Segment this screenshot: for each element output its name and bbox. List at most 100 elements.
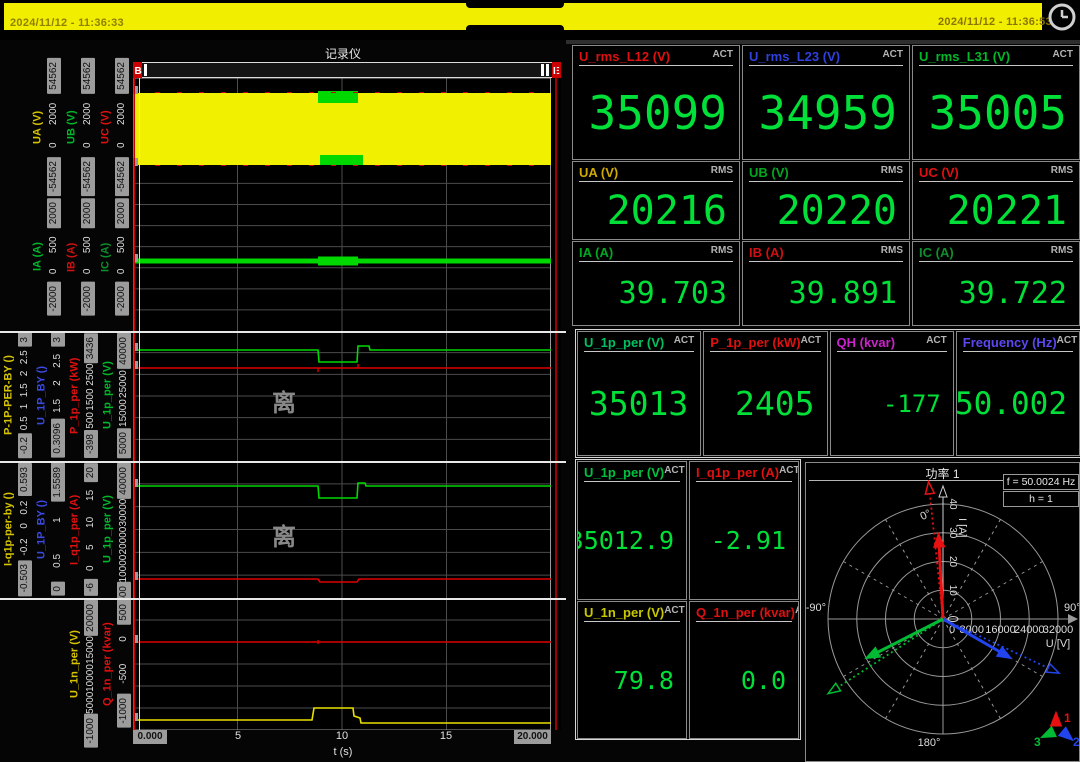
channel-axis-strip[interactable]: U_1p_per (V)40000100002000030000500 — [100, 463, 132, 596]
legend-phase-number: 3 — [1034, 735, 1041, 749]
chart-graphic — [1051, 712, 1062, 726]
channel-axis-strip[interactable]: IC (A)20000500-2000 — [98, 198, 131, 316]
panel-value: 20221 — [913, 182, 1079, 239]
panel-label: UB (V) — [749, 165, 789, 180]
panel-header: QH (kvar)ACT — [831, 332, 953, 351]
panel-function-tag: ACT — [1057, 335, 1078, 346]
measurement-row-row5: U_1p_per (V)ACT35012.9I_q1p_per (A)ACT-2… — [577, 461, 799, 600]
channel-axis-strip[interactable]: U_1P_BY ()1.55890.510 — [34, 463, 66, 596]
measurement-panel[interactable]: I_q1p_per (A)ACT-2.91 — [689, 461, 799, 600]
panel-label: U_rms_L31 (V) — [919, 49, 1010, 64]
scale-min-box: -2000 — [81, 282, 95, 316]
scale-max-box: 54562 — [115, 58, 129, 94]
harmonic-readout: h = 1 — [1003, 491, 1079, 507]
channel-name-label: UA (V) — [30, 58, 45, 196]
panel-label: IC (A) — [919, 245, 954, 260]
chart-graphic: I [A] — [956, 518, 968, 538]
chart-graphic: 20 — [947, 556, 958, 568]
measurement-panel[interactable]: Frequency (Hz)ACT50.002 — [956, 331, 1080, 456]
scale-min-box: -2000 — [115, 282, 129, 316]
channel-scale: 20000500-2000 — [79, 198, 96, 316]
scale-max-box: 2000 — [47, 198, 61, 228]
scale-ticks: 0.51 — [52, 502, 64, 583]
waveform-plot[interactable]: BE — [133, 62, 563, 730]
channel-scale: 1.55890.510 — [49, 463, 66, 596]
scale-min-box: -0.2 — [18, 433, 32, 458]
measurement-panel[interactable]: IC (A)RMS39.722 — [912, 241, 1080, 326]
scale-max-box: 3 — [51, 333, 65, 347]
channel-axis-strip[interactable]: U_1P_BY ()31.522.50.3096 — [34, 333, 66, 458]
measurement-row-row2: UA (V)RMS20216UB (V)RMS20220UC (V)RMS202… — [572, 161, 1080, 240]
scale-ticks: -0.200.2 — [19, 496, 31, 560]
channel-name-label: UC (V) — [98, 58, 113, 196]
measurement-panel[interactable]: QH (kvar)ACT-177 — [830, 331, 954, 456]
channel-axis-strip[interactable]: P-1P-PER-BY ()30.511.522.5-0.2 — [1, 333, 33, 458]
channel-axis-strip[interactable]: U_1n_per (V)2000050001000015000-1000 — [67, 600, 99, 728]
scale-ticks: 100002000030000 — [118, 499, 130, 582]
measurement-panel[interactable]: UB (V)RMS20220 — [742, 161, 910, 240]
channel-name-label: P_1p_per (kW) — [67, 333, 82, 458]
panel-value: 35005 — [913, 66, 1079, 159]
legend-phase-number: 1 — [1064, 711, 1071, 725]
channel-scale: 20051015-6 — [82, 463, 99, 596]
channel-axis-strip[interactable]: UC (V)5456202000-54562 — [98, 58, 131, 196]
panel-label: UA (V) — [579, 165, 618, 180]
panel-label: IB (A) — [749, 245, 784, 260]
chart-graphic: 0° — [918, 508, 933, 523]
measurement-panel[interactable]: U_rms_L23 (V)ACT34959 — [742, 45, 910, 160]
measurement-panel[interactable]: IA (A)RMS39.703 — [572, 241, 740, 326]
clock-icon[interactable] — [1046, 1, 1078, 33]
channel-scale: 5456202000-54562 — [79, 58, 96, 196]
panel-value: -177 — [831, 352, 953, 455]
measurement-panel[interactable]: IB (A)RMS39.891 — [742, 241, 910, 326]
scale-max-box: 40000 — [117, 333, 131, 369]
measurement-panel[interactable]: U_1p_per (V)ACT35012.9 — [577, 461, 687, 600]
measurement-panel[interactable]: U_1n_per (V)ACT79.8 — [577, 601, 687, 739]
panel-header: U_1n_per (V)ACT — [578, 602, 686, 621]
scale-ticks: 0500 — [116, 228, 128, 282]
time-end-box: 20.000 — [514, 730, 551, 744]
phasor-vector — [838, 619, 943, 687]
channel-name-label: Q_1n_per (kvar) — [100, 600, 115, 728]
channel-axis-strip[interactable]: P_1p_per (kW)343650015002500-398 — [67, 333, 99, 458]
channel-name-label: I_q1p_per (A) — [67, 463, 82, 596]
channel-axis-strip[interactable]: U_1p_per (V)4000015000250005000 — [100, 333, 132, 458]
channel-scale: 4000015000250005000 — [115, 333, 132, 458]
panel-label: P_1p_per (kW) — [710, 335, 800, 350]
chart-graphic: 40 — [947, 498, 958, 510]
channel-axis-strip[interactable]: UA (V)5456202000-54562 — [30, 58, 63, 196]
channel-axis-strip[interactable]: Q_1n_per (kvar)500-5000-1000 — [100, 600, 132, 728]
channel-axis-strip[interactable]: IB (A)20000500-2000 — [64, 198, 97, 316]
panel-header: P_1p_per (kW)ACT — [704, 332, 826, 351]
panel-function-tag: RMS — [711, 245, 733, 256]
measurement-panel[interactable]: UC (V)RMS20221 — [912, 161, 1080, 240]
measurement-panel[interactable]: U_1p_per (V)ACT35013 — [577, 331, 701, 456]
panel-header: UB (V)RMS — [743, 162, 909, 181]
channel-name-label: U_1P_BY () — [34, 463, 49, 596]
panel-header: U_rms_L31 (V)ACT — [913, 46, 1079, 65]
channel-axis-strip[interactable]: IA (A)20000500-2000 — [30, 198, 63, 316]
measurement-panel[interactable]: UA (V)RMS20216 — [572, 161, 740, 240]
legend-phase-number: 2 — [1073, 735, 1079, 749]
section-separator — [0, 461, 566, 463]
scale-min-box: -2000 — [47, 282, 61, 316]
measurement-panel[interactable]: P_1p_per (kW)ACT2405 — [703, 331, 827, 456]
measurement-panel[interactable]: U_rms_L12 (V)ACT35099 — [572, 45, 740, 160]
channel-axis-strip[interactable]: I_q1p_per (A)20051015-6 — [67, 463, 99, 596]
panel-function-tag: ACT — [664, 605, 685, 616]
measurement-panel[interactable]: U_rms_L31 (V)ACT35005 — [912, 45, 1080, 160]
channel-axis-strip[interactable]: I-q1p-per-by ()0.593-0.200.2-0.503 — [1, 463, 33, 596]
chart-graphic — [925, 482, 934, 494]
channel-axis-strip[interactable]: UB (V)5456202000-54562 — [64, 58, 97, 196]
panel-value: 79.8 — [578, 622, 686, 738]
channel-name-label: U_1n_per (V) — [67, 600, 82, 728]
measurement-panel[interactable]: Q_1n_per (kvar)ACT0.0 — [689, 601, 799, 739]
scale-min-box: -1000 — [117, 694, 131, 728]
panel-value: 0.0 — [690, 622, 798, 738]
channel-name-label: IA (A) — [30, 198, 45, 316]
chart-graphic — [828, 683, 841, 693]
panel-header: U_1p_per (V)ACT — [578, 462, 686, 481]
panel-label: U_rms_L12 (V) — [579, 49, 670, 64]
panel-header: U_rms_L23 (V)ACT — [743, 46, 909, 65]
panel-header: IA (A)RMS — [573, 242, 739, 261]
